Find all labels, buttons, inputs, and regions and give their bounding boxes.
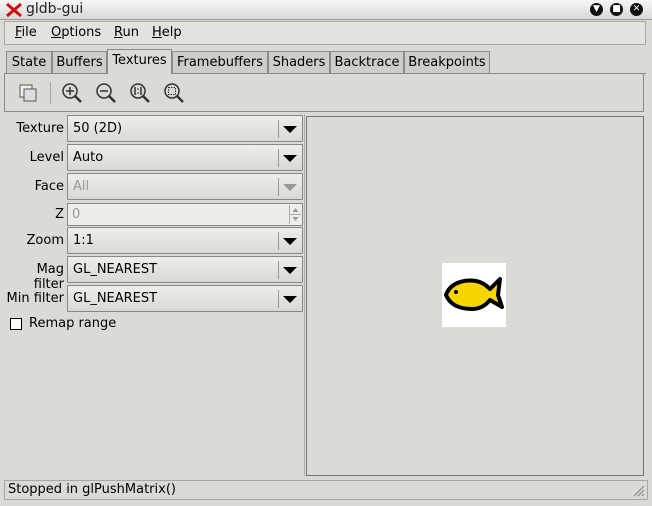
combo-separator	[278, 261, 279, 279]
fish-texture-image	[442, 263, 506, 327]
resize-grip-icon[interactable]	[631, 483, 645, 497]
z-label: Z	[55, 207, 64, 222]
mag-filter-row: Mag filter GL_NEAREST	[6, 256, 304, 292]
chevron-down-icon	[283, 184, 297, 191]
tab-backtrace[interactable]: Backtrace	[330, 51, 404, 73]
face-select: All	[67, 173, 303, 200]
combo-separator	[278, 290, 279, 308]
texture-value: 50 (2D)	[73, 121, 123, 136]
zoom-label: Zoom	[26, 233, 64, 248]
toolbar-separator	[50, 82, 51, 104]
tab-state[interactable]: State	[6, 51, 52, 73]
maximize-icon[interactable]: ■	[610, 3, 623, 16]
zoom-1to1-icon[interactable]	[129, 82, 151, 104]
combo-separator	[278, 232, 279, 250]
mag-filter-select[interactable]: GL_NEAREST	[67, 256, 303, 283]
texture-viewer[interactable]	[306, 116, 644, 476]
zoom-value: 1:1	[73, 233, 94, 248]
close-icon[interactable]: ✕	[630, 3, 643, 16]
zoom-select[interactable]: 1:1	[67, 227, 303, 254]
minimize-icon[interactable]: ▼	[590, 3, 603, 16]
menu-help[interactable]: Help	[152, 25, 182, 40]
min-filter-row: Min filter GL_NEAREST	[6, 285, 304, 313]
texture-row: Texture 50 (2D)	[6, 115, 304, 143]
tab-breakpoints[interactable]: Breakpoints	[404, 51, 490, 73]
zoom-out-icon[interactable]	[95, 82, 117, 104]
menu-bar: File Options Run Help	[4, 21, 646, 45]
remap-range-checkbox[interactable]	[10, 318, 22, 330]
title-bar: gldb-gui ▼ ■ ✕	[0, 0, 652, 20]
level-select[interactable]: Auto	[67, 144, 303, 171]
z-spinbox: 0	[67, 203, 303, 226]
zoom-in-icon[interactable]	[61, 82, 83, 104]
min-filter-value: GL_NEAREST	[73, 291, 158, 306]
tab-framebuffers[interactable]: Framebuffers	[172, 51, 268, 73]
window-title: gldb-gui	[26, 1, 84, 17]
combo-separator	[278, 120, 279, 138]
texture-label: Texture	[16, 121, 64, 136]
texture-select[interactable]: 50 (2D)	[67, 115, 303, 142]
menu-file[interactable]: File	[15, 25, 37, 40]
status-bar: Stopped in glPushMatrix()	[4, 480, 648, 500]
z-value: 0	[72, 207, 81, 222]
mag-filter-value: GL_NEAREST	[73, 262, 158, 277]
face-row: Face All	[6, 173, 304, 201]
combo-separator	[278, 178, 279, 196]
z-row: Z 0	[6, 202, 304, 230]
zoom-row: Zoom 1:1	[6, 227, 304, 255]
tab-bar: State Buffers Textures Framebuffers Shad…	[6, 49, 646, 74]
face-label: Face	[34, 179, 64, 194]
chevron-down-icon	[283, 126, 297, 133]
chevron-down-icon	[283, 238, 297, 245]
texture-toolbar	[4, 74, 644, 112]
chevron-down-icon	[283, 296, 297, 303]
tab-buffers[interactable]: Buffers	[52, 51, 107, 73]
level-label: Level	[29, 150, 64, 165]
spinner-arrows-icon	[289, 205, 301, 224]
status-text: Stopped in glPushMatrix()	[8, 482, 176, 497]
zoom-fit-icon[interactable]	[163, 82, 185, 104]
chevron-down-icon	[283, 267, 297, 274]
face-value: All	[73, 179, 90, 194]
x-logo-icon	[6, 3, 22, 17]
copy-icon[interactable]	[17, 82, 39, 104]
pane-splitter[interactable]	[304, 114, 305, 476]
chevron-down-icon	[283, 155, 297, 162]
menu-run[interactable]: Run	[114, 25, 139, 40]
combo-separator	[278, 149, 279, 167]
min-filter-label: Min filter	[6, 291, 64, 306]
tab-shaders[interactable]: Shaders	[268, 51, 330, 73]
remap-range-option[interactable]: Remap range	[10, 316, 210, 334]
menu-options[interactable]: Options	[51, 25, 101, 40]
tab-textures[interactable]: Textures	[107, 49, 172, 74]
level-row: Level Auto	[6, 144, 304, 172]
remap-range-label: Remap range	[29, 316, 117, 331]
texture-controls: Texture 50 (2D) Level Auto Face All Z 0	[6, 114, 304, 476]
level-value: Auto	[73, 150, 104, 165]
min-filter-select[interactable]: GL_NEAREST	[67, 285, 303, 312]
